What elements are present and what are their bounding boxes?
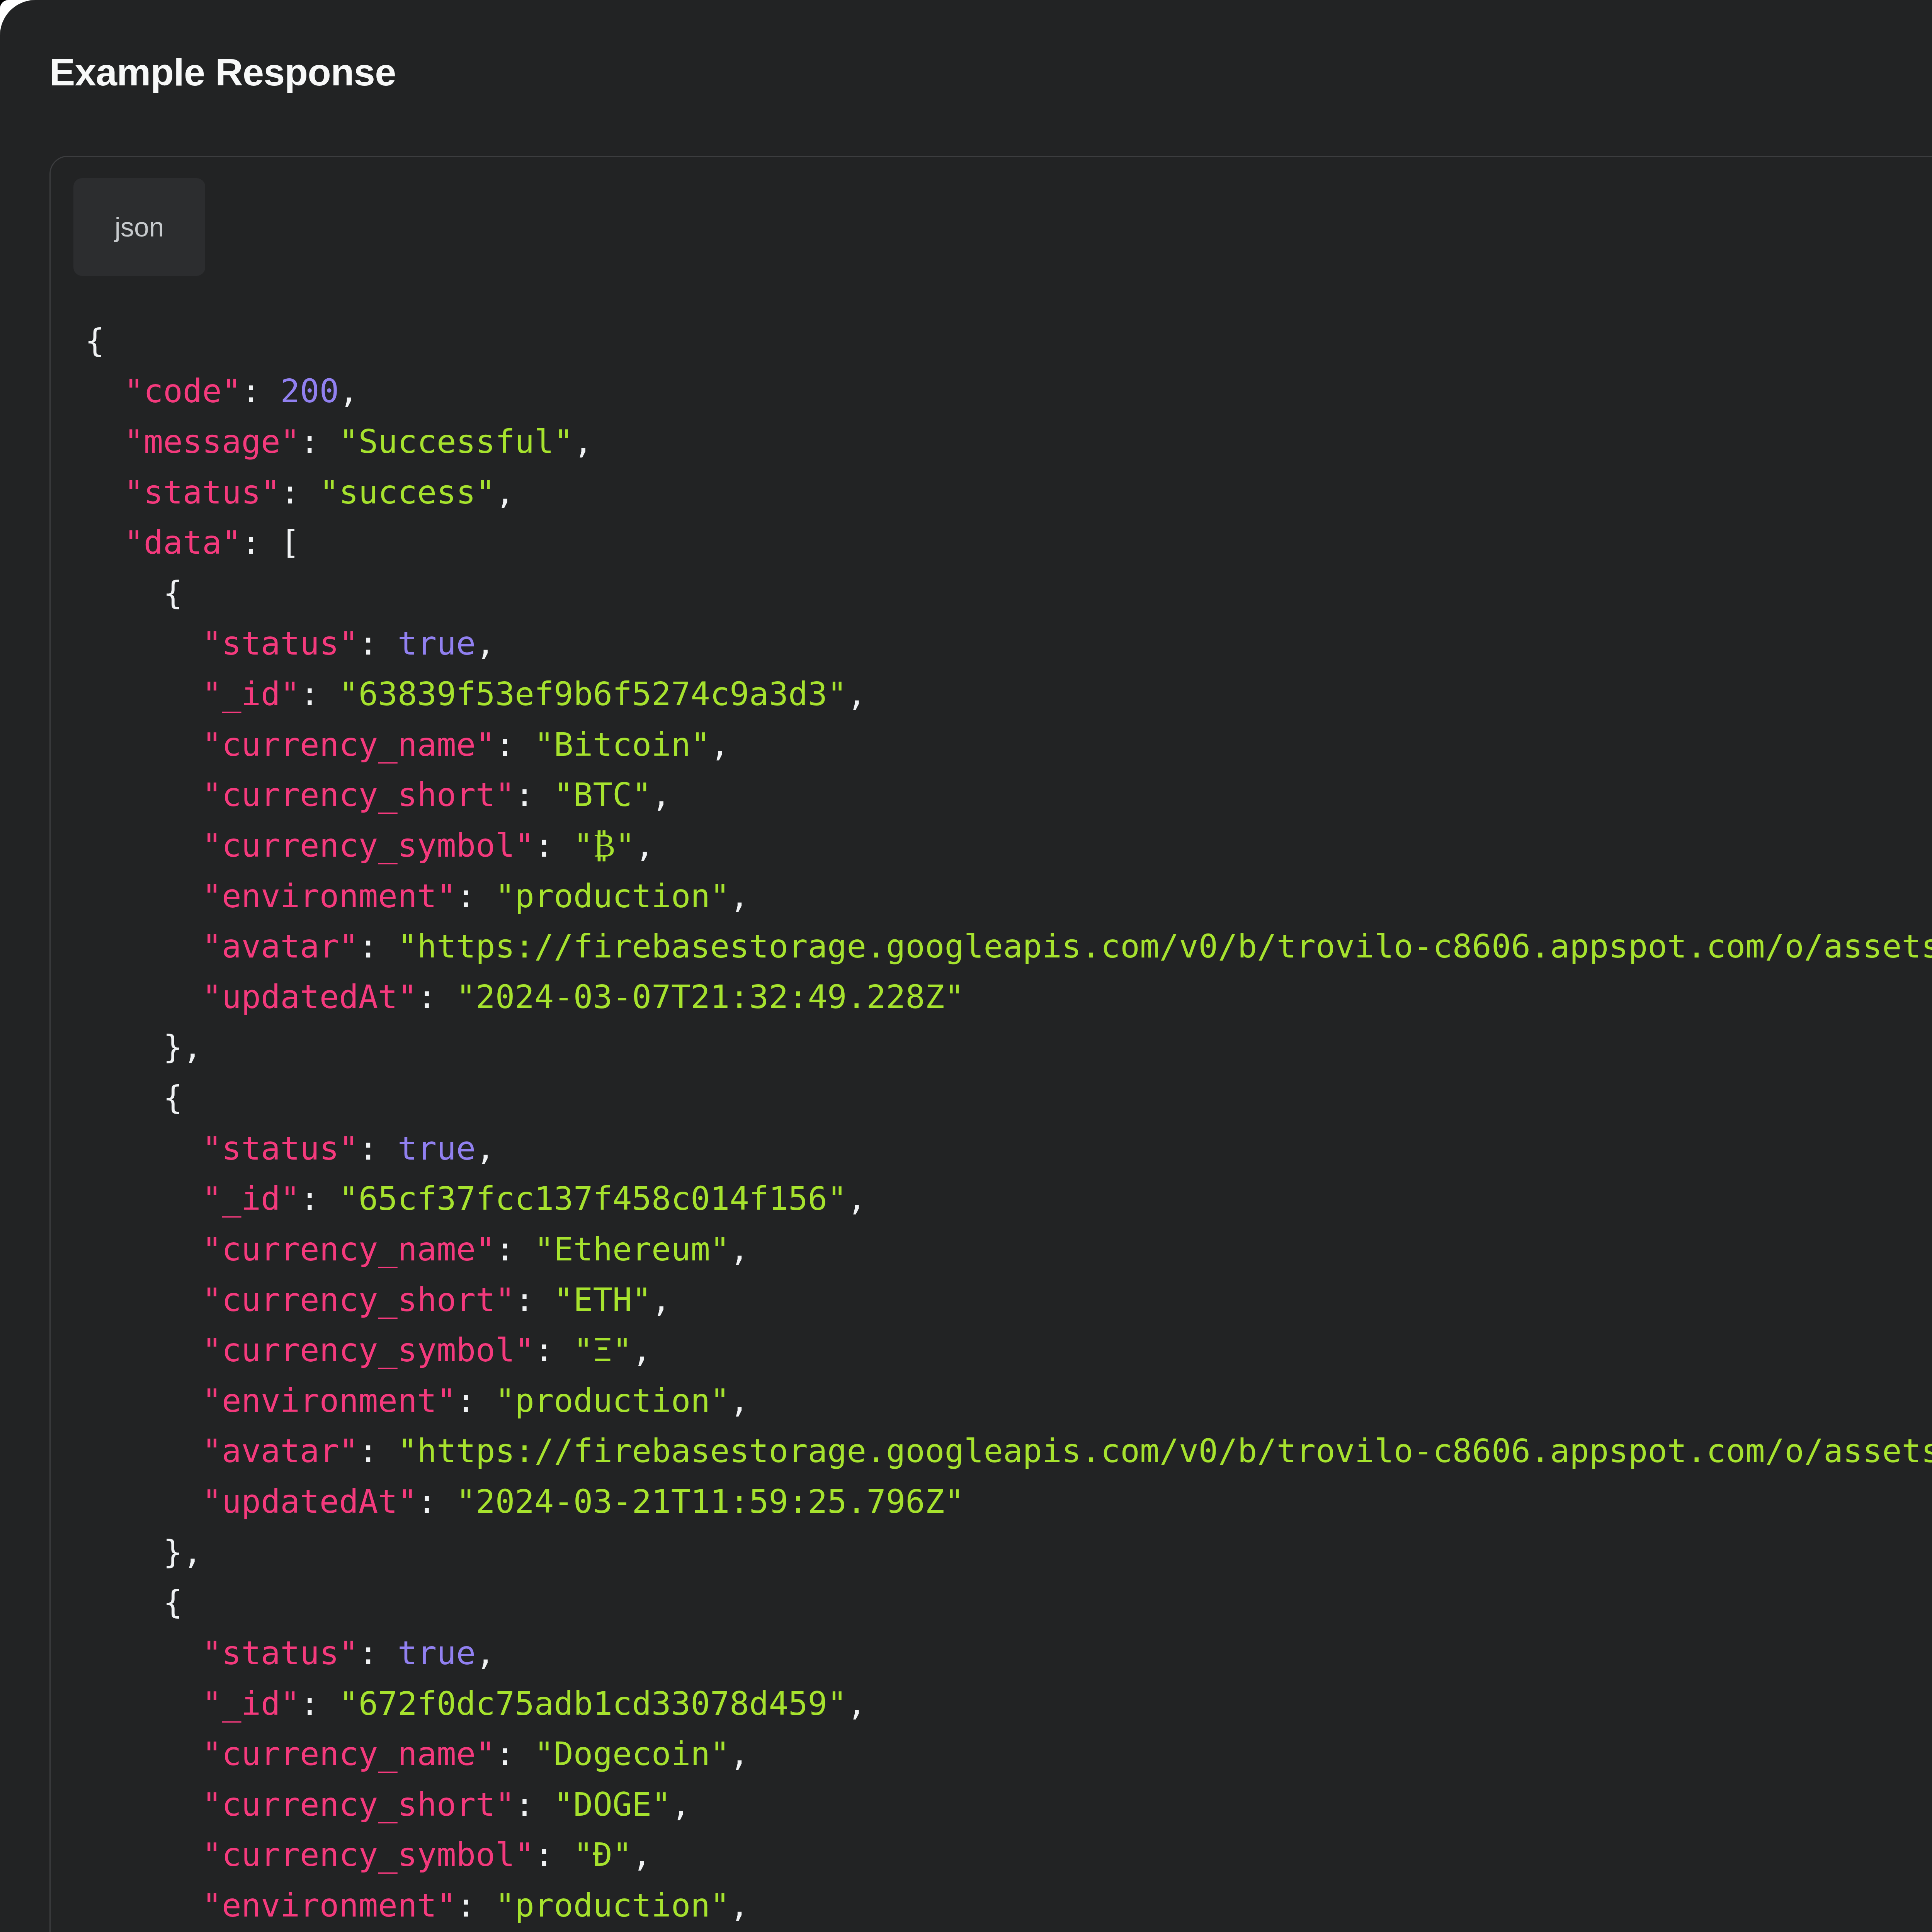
example-response-card: Example Response json { "code": 200, "me… [0,0,1932,1932]
language-badge: json [73,178,205,276]
code-content: { "code": 200, "message": "Successful", … [85,316,1932,1932]
page-title: Example Response [49,51,396,94]
page: Example Response json { "code": 200, "me… [0,0,1932,1932]
